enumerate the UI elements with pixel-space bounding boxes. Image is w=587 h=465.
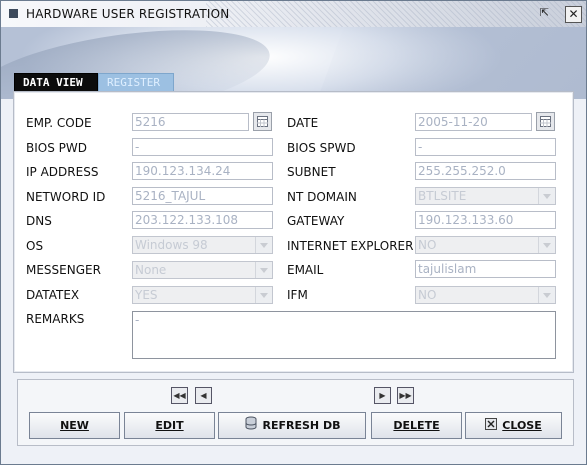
last-record-icon[interactable]: ▶▶: [397, 387, 414, 404]
refresh-db-label: REFRESH DB: [262, 419, 341, 432]
calendar-icon[interactable]: [536, 112, 555, 131]
tab-register[interactable]: REGISTER: [98, 73, 174, 93]
first-record-icon[interactable]: ◀◀: [171, 387, 188, 404]
internet-explorer-label: INTERNET EXPLORER: [287, 239, 414, 253]
chevron-down-icon[interactable]: [538, 287, 555, 303]
nt-domain-value: BTLSITE: [418, 189, 467, 203]
emp-lookup-icon[interactable]: [253, 112, 272, 131]
datatex-label: DATATEX: [26, 288, 80, 302]
remarks-textarea[interactable]: -: [132, 311, 556, 359]
datatex-value: YES: [135, 288, 158, 302]
gateway-field[interactable]: 190.123.133.60: [415, 211, 556, 229]
title-bar: HARDWARE USER REGISTRATION ⇱ ✕: [1, 1, 586, 27]
network-id-field[interactable]: 5216_TAJUL: [132, 187, 273, 205]
date-field[interactable]: 2005-11-20: [415, 113, 532, 131]
ip-address-label: IP ADDRESS: [26, 165, 99, 179]
messenger-label: MESSENGER: [26, 263, 101, 277]
emp-code-field[interactable]: 5216: [132, 113, 249, 131]
emp-code-label: EMP. CODE: [26, 116, 92, 130]
close-icon[interactable]: ✕: [565, 6, 582, 23]
restore-icon[interactable]: ⇱: [537, 6, 552, 21]
nt-domain-label: NT DOMAIN: [287, 190, 357, 204]
datatex-select[interactable]: YES: [132, 286, 273, 304]
ifm-select[interactable]: NO: [415, 286, 556, 304]
close-button[interactable]: CLOSE: [465, 412, 562, 439]
refresh-db-button[interactable]: REFRESH DB: [218, 412, 366, 439]
internet-explorer-select[interactable]: NO: [415, 236, 556, 254]
app-icon: [9, 9, 18, 18]
new-button-label: NEW: [60, 419, 89, 432]
edit-button-label: EDIT: [155, 419, 184, 432]
next-record-icon[interactable]: ▶: [374, 387, 391, 404]
os-label: OS: [26, 239, 44, 253]
email-label: EMAIL: [287, 263, 324, 277]
dns-field[interactable]: 203.122.133.108: [132, 211, 273, 229]
prev-record-icon[interactable]: ◀: [195, 387, 212, 404]
app-window: HARDWARE USER REGISTRATION ⇱ ✕ DATA VIEW…: [0, 0, 587, 465]
os-select[interactable]: Windows 98: [132, 236, 273, 254]
messenger-value: None: [135, 263, 167, 277]
ifm-value: NO: [418, 288, 437, 302]
new-button[interactable]: NEW: [29, 412, 120, 439]
close-x-icon: [485, 414, 498, 439]
ip-address-field[interactable]: 190.123.134.24: [132, 162, 273, 180]
delete-button[interactable]: DELETE: [371, 412, 462, 439]
delete-button-label: DELETE: [393, 419, 440, 432]
messenger-select[interactable]: None: [132, 261, 273, 279]
bios-spwd-label: BIOS SPWD: [287, 141, 356, 155]
chevron-down-icon[interactable]: [255, 287, 272, 303]
ifm-label: IFM: [287, 288, 308, 302]
chevron-down-icon[interactable]: [255, 262, 272, 278]
database-icon: [244, 414, 258, 439]
subnet-field[interactable]: 255.255.252.0: [415, 162, 556, 180]
subnet-label: SUBNET: [287, 165, 336, 179]
bios-pwd-field[interactable]: -: [132, 138, 273, 156]
date-label: DATE: [287, 116, 319, 130]
network-id-label: NETWORD ID: [26, 190, 106, 204]
bios-spwd-field[interactable]: -: [415, 138, 556, 156]
chevron-down-icon[interactable]: [255, 237, 272, 253]
edit-button[interactable]: EDIT: [124, 412, 215, 439]
tab-data-view[interactable]: DATA VIEW: [14, 73, 98, 93]
internet-explorer-value: NO: [418, 238, 437, 252]
bios-pwd-label: BIOS PWD: [26, 141, 87, 155]
os-value: Windows 98: [135, 238, 208, 252]
chevron-down-icon[interactable]: [538, 188, 555, 204]
chevron-down-icon[interactable]: [538, 237, 555, 253]
email-field[interactable]: tajulislam: [415, 260, 556, 278]
gateway-label: GATEWAY: [287, 214, 345, 228]
dns-label: DNS: [26, 214, 52, 228]
window-title: HARDWARE USER REGISTRATION: [26, 7, 230, 21]
close-button-label: CLOSE: [502, 419, 542, 432]
nt-domain-select[interactable]: BTLSITE: [415, 187, 556, 205]
remarks-label: REMARKS: [26, 312, 85, 326]
